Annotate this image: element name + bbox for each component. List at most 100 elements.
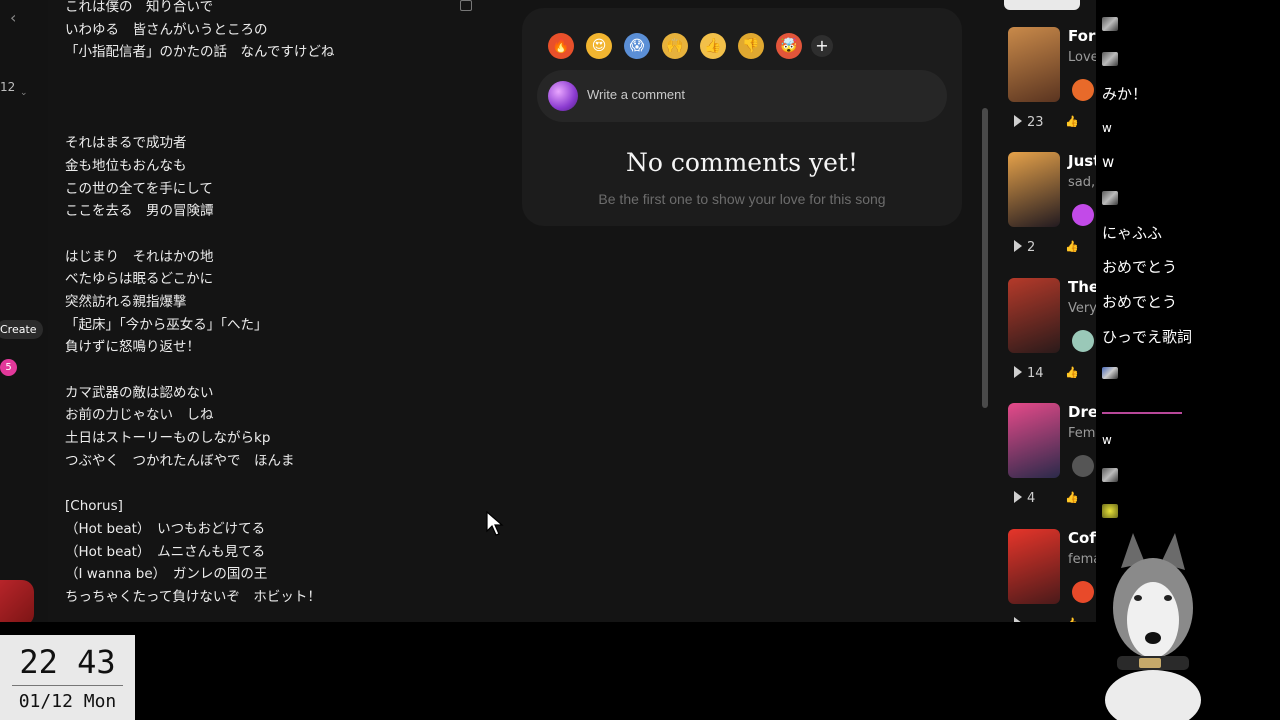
play-count-value: 23: [1027, 115, 1044, 130]
lyric-line: それはまるで成功者: [65, 135, 187, 152]
play-icon: [1014, 491, 1022, 503]
lyric-line: はじまり それはかの地: [65, 248, 214, 265]
creator-avatar[interactable]: [1072, 455, 1094, 477]
play-count: 14: [1014, 366, 1044, 381]
song-title[interactable]: Just: [1068, 152, 1096, 170]
chat-message: w: [1102, 153, 1115, 171]
lyric-line: この世の全てを手にして: [65, 180, 213, 197]
lyric-line: [65, 223, 334, 246]
lyric-line: カマ武器の敵は認めない: [65, 384, 214, 401]
empty-comments-title: No comments yet!: [625, 148, 859, 177]
lyric-line: [Chorus]: [65, 498, 123, 515]
lyric-line: 「起床」「今から巫女る」「へた」: [65, 316, 268, 333]
play-count-value: 2: [1027, 240, 1036, 255]
song-title[interactable]: Fore: [1068, 27, 1096, 45]
sidebar-counter: 12: [0, 80, 16, 94]
lyric-line: 「小指配信者」のかたの話 なんですけどね: [65, 44, 335, 61]
song-thumbnail[interactable]: [1008, 403, 1060, 478]
song-title[interactable]: Coff: [1068, 529, 1096, 547]
creator-avatar[interactable]: [1072, 204, 1094, 226]
creator-avatar[interactable]: [1072, 79, 1094, 101]
heart-eyes-icon[interactable]: 😍: [586, 33, 612, 59]
chat-divider: [1102, 412, 1182, 414]
play-count-value: 4: [1027, 491, 1036, 506]
empty-comments-subtitle: Be the first one to show your love for t…: [598, 191, 886, 207]
chevron-down-icon[interactable]: ⌄: [20, 88, 28, 98]
song-card[interactable]: Coff fema 👍: [1008, 529, 1096, 622]
play-count-value: 14: [1027, 366, 1044, 381]
lyrics-text: これは僕の 知り合いで いわゆる 皆さんがいうところの 「小指配信者」のかたの話 な…: [65, 0, 334, 609]
play-count: 4: [1014, 491, 1035, 506]
lyric-line: [65, 64, 334, 87]
play-count: 23: [1014, 115, 1044, 130]
song-subtitle: sad,: [1068, 175, 1096, 190]
player-button[interactable]: [0, 580, 34, 622]
comment-placeholder: Write a comment: [587, 87, 686, 102]
chat-message: w: [1102, 433, 1112, 447]
clock-divider: [12, 685, 123, 686]
raising-hands-icon[interactable]: 🙌: [662, 33, 688, 59]
song-thumbnail[interactable]: [1008, 278, 1060, 353]
husky-avatar-image: [1105, 533, 1201, 720]
like-icon[interactable]: 👍: [1065, 617, 1079, 622]
add-reaction-button[interactable]: +: [811, 35, 833, 57]
song-title[interactable]: Drea: [1068, 403, 1096, 421]
like-icon[interactable]: 👍: [1065, 491, 1079, 504]
song-thumbnail[interactable]: [1008, 529, 1060, 604]
lyric-line: つぶやく つかれたんぼやで ほんま: [65, 452, 295, 469]
song-subtitle: Very: [1068, 301, 1096, 316]
thumbs-up-icon[interactable]: 👍: [700, 33, 726, 59]
scrollbar[interactable]: [982, 108, 988, 408]
clock-widget: 22 43 01/12 Mon: [0, 635, 135, 720]
user-avatar: [548, 81, 578, 111]
creator-avatar[interactable]: [1072, 330, 1094, 352]
song-title[interactable]: The: [1068, 278, 1096, 296]
song-card[interactable]: Fore Love 23 👍: [1008, 27, 1096, 147]
chat-user-icon: [1102, 191, 1118, 205]
play-icon: [1014, 617, 1022, 622]
chat-user-icon: [1102, 468, 1118, 482]
chat-message: にゃふふ: [1102, 224, 1163, 242]
chat-message: おめでとう: [1102, 258, 1178, 276]
screaming-face-icon[interactable]: 😱: [624, 33, 650, 59]
lyric-line: 突然訪れる親指爆撃: [65, 293, 187, 310]
lyric-line: べたゆらは眠るどこかに: [65, 271, 214, 288]
lyric-line: 土日はストーリーものしながらkp: [65, 430, 271, 447]
thumbs-down-icon[interactable]: 👎: [738, 33, 764, 59]
comment-input[interactable]: Write a comment: [537, 70, 947, 122]
reaction-bar: 🔥 😍 😱 🙌 👍 👎 🤯: [548, 33, 814, 59]
lyric-line: [65, 109, 334, 132]
song-subtitle: fema: [1068, 552, 1096, 567]
lyric-line: いわゆる 皆さんがいうところの: [65, 21, 268, 38]
music-app-window: ‹ 12 ⌄ Create 5 これは僕の 知り合いで いわゆる 皆さんがいうとこ…: [0, 0, 1096, 622]
left-sidebar: ‹ 12 ⌄ Create 5: [0, 0, 48, 622]
play-icon: [1014, 240, 1022, 252]
back-chevron-icon[interactable]: ‹: [10, 8, 16, 27]
play-count: 2: [1014, 240, 1035, 255]
copy-icon[interactable]: [460, 0, 472, 11]
song-thumbnail[interactable]: [1008, 27, 1060, 102]
create-button[interactable]: Create: [0, 320, 43, 339]
song-card[interactable]: Drea Fem 4 👍: [1008, 403, 1096, 523]
song-card[interactable]: The Very 14 👍: [1008, 278, 1096, 398]
lyric-line: 負けずに怒鳴り返せ！: [65, 339, 200, 356]
song-thumbnail[interactable]: [1008, 152, 1060, 227]
song-card[interactable]: Just sad, 2 👍: [1008, 152, 1096, 272]
play-icon: [1014, 366, 1022, 378]
song-subtitle: Love: [1068, 50, 1096, 65]
lyric-line: （Hot beat） いつもおどけてる: [65, 520, 266, 537]
like-icon[interactable]: 👍: [1065, 115, 1079, 128]
fire-icon[interactable]: 🔥: [548, 33, 574, 59]
mind-blown-icon[interactable]: 🤯: [776, 33, 802, 59]
like-icon[interactable]: 👍: [1065, 240, 1079, 253]
top-tab[interactable]: [1004, 0, 1080, 10]
chat-user-icon: [1102, 17, 1118, 31]
creator-avatar[interactable]: [1072, 581, 1094, 603]
notification-badge[interactable]: 5: [0, 359, 17, 376]
chat-message: w: [1102, 121, 1112, 135]
lyric-line: ここを去る 男の冒険譚: [65, 203, 214, 220]
chat-message: おめでとう: [1102, 293, 1178, 311]
chat-user-icon: [1102, 52, 1118, 66]
clock-time: 22 43: [19, 643, 116, 681]
like-icon[interactable]: 👍: [1065, 366, 1079, 379]
